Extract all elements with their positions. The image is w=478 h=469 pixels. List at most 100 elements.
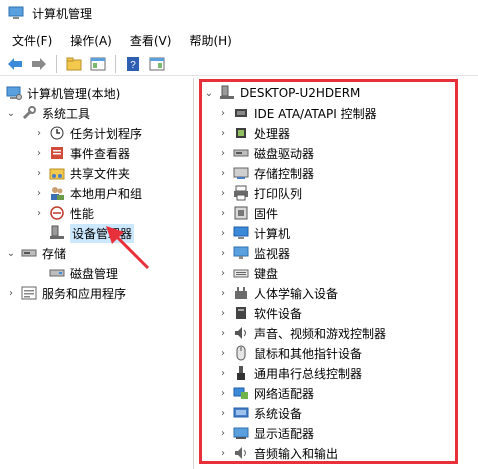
chevron-down-icon[interactable]: ⌄ xyxy=(4,243,18,263)
console-tree: 计算机管理(本地) ⌄ 系统工具 › 任务计划程序 › 事件查看器 › 共享文件… xyxy=(0,78,194,469)
chevron-right-icon[interactable]: › xyxy=(216,263,230,283)
device-category-row[interactable]: › 显示适配器 xyxy=(216,423,314,443)
display-adapter-icon xyxy=(233,425,249,441)
device-category-row[interactable]: › 音频输入和输出 xyxy=(216,443,338,463)
device-category-row[interactable]: › 监视器 xyxy=(216,243,290,263)
show-hide-tree-button[interactable] xyxy=(87,54,109,74)
device-category-row[interactable]: › 通用串行总线控制器 xyxy=(216,363,362,383)
device-category-label: 鼠标和其他指针设备 xyxy=(254,346,363,361)
computer-management-icon xyxy=(6,85,22,101)
chevron-right-icon[interactable]: › xyxy=(216,443,230,463)
menu-view[interactable]: 查看(V) xyxy=(118,32,178,49)
services-icon xyxy=(21,285,37,301)
chevron-right-icon[interactable]: › xyxy=(216,343,230,363)
performance-icon xyxy=(49,205,65,221)
device-tree: ⌄ DESKTOP-U2HDERM › IDE ATA/ATAPI 控制器 › 处理器… xyxy=(196,78,478,469)
device-category-row[interactable]: › 打印队列 xyxy=(216,183,302,203)
tree-item-local-users[interactable]: › 本地用户和组 xyxy=(32,183,142,203)
usb-icon xyxy=(233,365,249,381)
chevron-right-icon[interactable]: › xyxy=(216,203,230,223)
tools-icon xyxy=(21,105,37,121)
chevron-right-icon[interactable]: › xyxy=(32,123,46,143)
system-device-icon xyxy=(233,405,249,421)
device-category-row[interactable]: › 磁盘驱动器 xyxy=(216,143,314,163)
disk-management-icon xyxy=(49,265,65,281)
device-category-label: 人体学输入设备 xyxy=(254,286,339,301)
chevron-right-icon[interactable]: › xyxy=(216,103,230,123)
disk-drive-icon xyxy=(233,145,249,161)
help-icon: ? xyxy=(127,56,139,71)
sound-icon xyxy=(233,325,249,341)
tree-item-performance[interactable]: › 性能 xyxy=(32,203,94,223)
tree-item-event-viewer[interactable]: › 事件查看器 xyxy=(32,143,130,163)
monitor-icon xyxy=(233,245,249,261)
annotation-arrow-icon xyxy=(106,226,150,270)
svg-text:?: ? xyxy=(130,60,136,71)
computer-node-icon xyxy=(219,85,235,101)
tree-services[interactable]: › 服务和应用程序 xyxy=(4,283,126,303)
storage-controller-icon xyxy=(233,165,249,181)
device-category-row[interactable]: › 鼠标和其他指针设备 xyxy=(216,343,362,363)
menu-file[interactable]: 文件(F) xyxy=(0,32,58,49)
chevron-right-icon[interactable]: › xyxy=(216,123,230,143)
forward-button[interactable] xyxy=(28,54,50,74)
chevron-right-icon[interactable]: › xyxy=(216,323,230,343)
chevron-right-icon[interactable]: › xyxy=(216,283,230,303)
up-folder-button[interactable] xyxy=(63,54,85,74)
device-category-label: 计算机 xyxy=(254,226,291,241)
device-category-label: 打印队列 xyxy=(254,186,303,201)
task-scheduler-icon xyxy=(49,125,65,141)
tree-storage[interactable]: ⌄ 存储 xyxy=(4,243,66,263)
software-device-icon xyxy=(233,305,249,321)
chevron-right-icon[interactable]: › xyxy=(4,283,18,303)
tree-item-shared-folders[interactable]: › 共享文件夹 xyxy=(32,163,130,183)
device-category-row[interactable]: › 人体学输入设备 xyxy=(216,283,338,303)
chevron-right-icon[interactable]: › xyxy=(216,223,230,243)
chevron-right-icon[interactable]: › xyxy=(216,163,230,183)
ide-controller-icon xyxy=(233,105,249,121)
device-category-row[interactable]: › 软件设备 xyxy=(216,303,302,323)
device-category-label: 软件设备 xyxy=(254,306,303,321)
chevron-right-icon[interactable]: › xyxy=(32,203,46,223)
chevron-right-icon[interactable]: › xyxy=(216,143,230,163)
chevron-right-icon[interactable]: › xyxy=(32,163,46,183)
device-category-row[interactable]: › 声音、视频和游戏控制器 xyxy=(216,323,386,343)
properties-button[interactable] xyxy=(146,54,168,74)
device-category-row[interactable]: › 处理器 xyxy=(216,123,290,143)
menu-action[interactable]: 操作(A) xyxy=(58,32,118,49)
firmware-icon xyxy=(233,205,249,221)
device-category-row[interactable]: › 键盘 xyxy=(216,263,278,283)
storage-icon xyxy=(21,245,37,261)
device-category-label: 存储控制器 xyxy=(254,166,315,181)
chevron-right-icon[interactable]: › xyxy=(32,183,46,203)
chevron-right-icon[interactable]: › xyxy=(216,243,230,263)
device-category-row[interactable]: › 网络适配器 xyxy=(216,383,314,403)
computer-icon xyxy=(233,225,249,241)
device-category-row[interactable]: › 存储控制器 xyxy=(216,163,314,183)
chevron-down-icon[interactable]: ⌄ xyxy=(4,103,18,123)
console-tree-icon xyxy=(90,57,106,70)
audio-io-icon xyxy=(233,445,249,461)
device-category-label: 键盘 xyxy=(254,266,279,281)
chevron-right-icon[interactable]: › xyxy=(216,303,230,323)
chevron-right-icon[interactable]: › xyxy=(216,363,230,383)
device-category-row[interactable]: › 固件 xyxy=(216,203,278,223)
tree-system-tools[interactable]: ⌄ 系统工具 xyxy=(4,103,90,123)
help-button[interactable]: ? xyxy=(122,54,144,74)
chevron-right-icon[interactable]: › xyxy=(216,383,230,403)
chevron-right-icon[interactable]: › xyxy=(216,403,230,423)
device-category-row[interactable]: › 计算机 xyxy=(216,223,290,243)
chevron-right-icon[interactable]: › xyxy=(32,143,46,163)
menu-help[interactable]: 帮助(H) xyxy=(177,32,237,49)
tree-item-task-scheduler[interactable]: › 任务计划程序 xyxy=(32,123,142,143)
tree-computer-node[interactable]: ⌄ DESKTOP-U2HDERM xyxy=(202,83,360,103)
chevron-down-icon[interactable]: ⌄ xyxy=(202,83,216,103)
chevron-right-icon[interactable]: › xyxy=(216,183,230,203)
chevron-right-icon[interactable]: › xyxy=(216,423,230,443)
toolbar: ? xyxy=(0,52,478,76)
tree-root[interactable]: 计算机管理(本地) xyxy=(4,83,120,103)
device-category-label: 监视器 xyxy=(254,246,291,261)
device-category-row[interactable]: › 系统设备 xyxy=(216,403,302,423)
back-button[interactable] xyxy=(4,54,26,74)
device-category-row[interactable]: › IDE ATA/ATAPI 控制器 xyxy=(216,103,377,123)
